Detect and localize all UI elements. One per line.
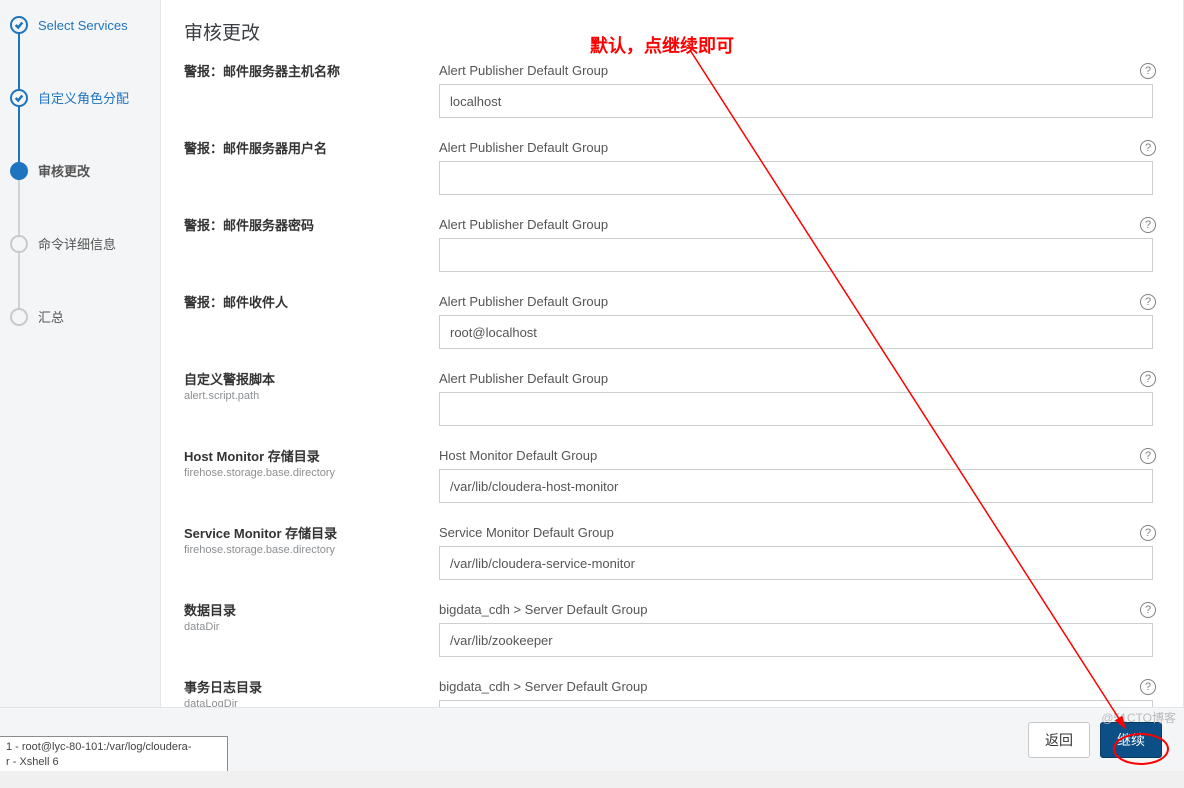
config-input[interactable] [439,546,1153,580]
group-label: Alert Publisher Default Group [439,217,1153,232]
help-icon[interactable]: ? [1140,679,1156,695]
wizard-step-select-services[interactable]: Select Services [0,4,160,46]
field-sublabel: alert.script.path [184,390,424,402]
step-label: Select Services [38,18,128,33]
wizard-step-review[interactable]: 审核更改 [0,149,160,192]
form-row: 警报：邮件服务器用户名 Alert Publisher Default Group… [184,140,1153,195]
field-label: 自定义警报脚本 [184,371,424,389]
step-label: 自定义角色分配 [38,88,129,107]
label-column: Host Monitor 存储目录firehose.storage.base.d… [184,448,439,479]
form-row: Service Monitor 存储目录firehose.storage.bas… [184,525,1153,580]
field-label: Service Monitor 存储目录 [184,525,424,543]
help-icon[interactable]: ? [1140,448,1156,464]
group-label: Alert Publisher Default Group [439,140,1153,155]
group-label: Host Monitor Default Group [439,448,1153,463]
field-column: Alert Publisher Default Group [439,63,1153,118]
label-column: 事务日志目录dataLogDir [184,679,439,707]
help-icon[interactable]: ? [1140,371,1156,387]
label-column: Service Monitor 存储目录firehose.storage.bas… [184,525,439,556]
field-label: 警报：邮件服务器密码 [184,217,424,235]
help-icon[interactable]: ? [1140,294,1156,310]
group-label: bigdata_cdh > Server Default Group [439,679,1153,694]
field-label: 数据目录 [184,602,424,620]
config-input[interactable] [439,469,1153,503]
form-row: Host Monitor 存储目录firehose.storage.base.d… [184,448,1153,503]
step-label: 汇总 [38,307,64,326]
field-column: Service Monitor Default Group [439,525,1153,580]
field-column: Alert Publisher Default Group [439,140,1153,195]
form-row: 警报：邮件服务器主机名称 Alert Publisher Default Grou… [184,63,1153,118]
field-column: Alert Publisher Default Group [439,294,1153,349]
group-label: Service Monitor Default Group [439,525,1153,540]
config-input[interactable] [439,315,1153,349]
config-input[interactable] [439,392,1153,426]
field-sublabel: dataDir [184,621,424,633]
config-input[interactable] [439,238,1153,272]
field-sublabel: firehose.storage.base.directory [184,544,424,556]
field-column: Alert Publisher Default Group [439,217,1153,272]
wizard-step-summary: 汇总 [0,295,160,338]
form-row: 警报：邮件服务器密码 Alert Publisher Default Group? [184,217,1153,272]
config-input[interactable] [439,700,1153,707]
field-column: bigdata_cdh > Server Default Group [439,679,1153,707]
group-label: Alert Publisher Default Group [439,63,1153,78]
wizard-step-command-details: 命令详细信息 [0,222,160,265]
check-icon [10,89,28,107]
group-label: Alert Publisher Default Group [439,371,1153,386]
config-input[interactable] [439,623,1153,657]
label-column: 数据目录dataDir [184,602,439,633]
pending-step-icon [10,308,28,326]
label-column: 警报：邮件服务器密码 [184,217,439,235]
field-label: 事务日志目录 [184,679,424,697]
field-column: Host Monitor Default Group [439,448,1153,503]
current-step-icon [10,162,28,180]
taskbar-line1: 1 - root@lyc-80-101:/var/log/cloudera- [6,740,221,754]
field-sublabel: firehose.storage.base.directory [184,467,424,479]
form-row: 数据目录dataDirbigdata_cdh > Server Default … [184,602,1153,657]
field-column: Alert Publisher Default Group [439,371,1153,426]
config-input[interactable] [439,84,1153,118]
back-button[interactable]: 返回 [1028,722,1090,758]
page-title: 审核更改 [184,18,1153,45]
step-label: 命令详细信息 [38,234,116,253]
label-column: 警报：邮件服务器主机名称 [184,63,439,81]
continue-button[interactable]: 继续 [1100,722,1162,758]
help-icon[interactable]: ? [1140,63,1156,79]
field-label: Host Monitor 存储目录 [184,448,424,466]
field-label: 警报：邮件收件人 [184,294,424,312]
wizard-step-role-assign[interactable]: 自定义角色分配 [0,76,160,119]
help-icon[interactable]: ? [1140,140,1156,156]
wizard-sidebar: Select Services 自定义角色分配 审核更改 命令详细信息 汇总 [0,0,160,707]
field-sublabel: dataLogDir [184,698,424,707]
main-content: 审核更改 警报：邮件服务器主机名称 Alert Publisher Default… [160,0,1184,707]
taskbar-tab[interactable]: 1 - root@lyc-80-101:/var/log/cloudera- r… [0,736,228,771]
group-label: Alert Publisher Default Group [439,294,1153,309]
form-row: 事务日志目录dataLogDirbigdata_cdh > Server Def… [184,679,1153,707]
help-icon[interactable]: ? [1140,602,1156,618]
field-label: 警报：邮件服务器主机名称 [184,63,424,81]
field-label: 警报：邮件服务器用户名 [184,140,424,158]
form-row: 警报：邮件收件人 Alert Publisher Default Group? [184,294,1153,349]
config-input[interactable] [439,161,1153,195]
form-row: 自定义警报脚本alert.script.pathAlert Publisher … [184,371,1153,426]
help-icon[interactable]: ? [1140,525,1156,541]
field-column: bigdata_cdh > Server Default Group [439,602,1153,657]
help-icon[interactable]: ? [1140,217,1156,233]
taskbar-line2: r - Xshell 6 [6,755,221,769]
check-icon [10,16,28,34]
label-column: 警报：邮件收件人 [184,294,439,312]
label-column: 自定义警报脚本alert.script.path [184,371,439,402]
group-label: bigdata_cdh > Server Default Group [439,602,1153,617]
label-column: 警报：邮件服务器用户名 [184,140,439,158]
step-label: 审核更改 [38,161,90,180]
pending-step-icon [10,235,28,253]
